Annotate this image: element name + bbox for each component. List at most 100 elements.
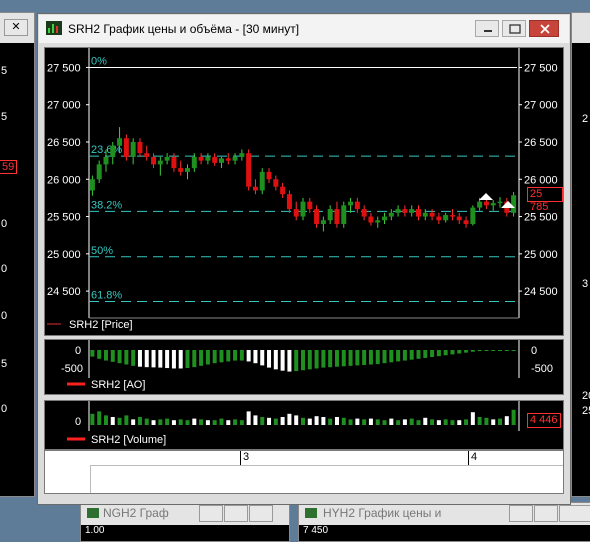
y-tick-label: 24 500 bbox=[47, 286, 81, 298]
ao-bar bbox=[131, 350, 136, 366]
volume-bar bbox=[226, 420, 231, 425]
candle-body bbox=[89, 179, 95, 191]
y-tick-label: 27 500 bbox=[524, 62, 558, 74]
candle-body bbox=[273, 179, 279, 187]
maximize-icon bbox=[509, 24, 521, 34]
ao-bar bbox=[328, 350, 333, 368]
volume-bar bbox=[178, 419, 183, 425]
maximize-icon[interactable] bbox=[534, 505, 558, 522]
candle-body bbox=[368, 216, 374, 223]
minimize-icon bbox=[484, 30, 492, 32]
candle-body bbox=[395, 209, 401, 213]
candle-body bbox=[443, 215, 449, 221]
window-title: SRH2 График цены и объёма - [30 минут] bbox=[68, 22, 300, 36]
close-button[interactable] bbox=[529, 20, 559, 37]
y-tick-label: 27 500 bbox=[47, 62, 81, 74]
ao-bar bbox=[402, 350, 407, 361]
maximize-button[interactable] bbox=[502, 20, 526, 37]
volume-bar bbox=[402, 419, 407, 425]
title-bar[interactable]: SRH2 График цены и объёма - [30 минут] bbox=[39, 15, 569, 43]
ao-panel[interactable]: 0 -500 0 -500 SRH2 [AO] bbox=[44, 339, 564, 395]
ao-bar bbox=[355, 350, 360, 366]
close-icon[interactable] bbox=[249, 505, 273, 522]
candle-body bbox=[402, 209, 408, 213]
volume-bar bbox=[362, 419, 367, 425]
candle-body bbox=[354, 201, 360, 210]
bg-value: 2 bbox=[582, 113, 589, 125]
ao-bar bbox=[103, 350, 108, 361]
ao-bar bbox=[484, 350, 489, 351]
candle-body bbox=[232, 156, 238, 161]
ao-bar bbox=[226, 350, 231, 362]
price-panel[interactable]: 0% 23.6% 38.2% 50% 61.8% 27 500 27 500 27 000 2… bbox=[44, 47, 564, 336]
bg-value: 0 bbox=[1, 263, 8, 275]
ao-bar bbox=[368, 350, 373, 365]
candle-body bbox=[490, 203, 496, 206]
chart-window[interactable]: SRH2 График цены и объёма - [30 минут] 0… bbox=[37, 13, 571, 505]
candle-body bbox=[117, 138, 123, 146]
candle-body bbox=[341, 205, 347, 224]
close-icon[interactable]: ✕ bbox=[4, 19, 28, 36]
minimize-button[interactable] bbox=[475, 20, 499, 37]
volume-bar bbox=[137, 417, 142, 425]
minimize-icon[interactable] bbox=[199, 505, 223, 522]
volume-bar bbox=[131, 419, 136, 425]
volume-bar bbox=[144, 418, 149, 425]
candle-body bbox=[137, 142, 143, 154]
candle-body bbox=[470, 207, 476, 224]
volume-bar bbox=[192, 418, 197, 425]
candle-body bbox=[449, 215, 455, 217]
price-legend: SRH2 [Price] bbox=[69, 319, 133, 331]
volume-bar bbox=[375, 419, 380, 425]
window-title: NGH2 Граф bbox=[103, 506, 169, 520]
volume-bar bbox=[430, 419, 435, 425]
fib-level-label: 61.8% bbox=[91, 290, 122, 302]
volume-panel[interactable]: 0 SRH2 [Volume] 4 446 bbox=[44, 400, 564, 450]
volume-bar bbox=[199, 419, 204, 425]
ao-bar bbox=[443, 350, 448, 356]
ao-bar bbox=[199, 350, 204, 366]
bg-value: 20 bbox=[582, 390, 590, 402]
volume-bar bbox=[504, 416, 509, 425]
candle-body bbox=[382, 216, 388, 221]
candle-body bbox=[436, 216, 442, 221]
ao-tick: 0 bbox=[75, 345, 81, 357]
background-window-hyh2[interactable]: HYH2 График цены и 7 450 bbox=[298, 502, 590, 542]
background-window-ngh2[interactable]: NGH2 Граф 1.00 bbox=[80, 502, 290, 542]
candle-body bbox=[225, 158, 231, 161]
minimize-icon[interactable] bbox=[509, 505, 533, 522]
volume-bar bbox=[260, 417, 265, 425]
ao-bar bbox=[212, 350, 217, 364]
volume-bar bbox=[443, 419, 448, 425]
last-price-label: 25 785 bbox=[527, 187, 563, 213]
background-window-right[interactable]: 2 20 25 3 bbox=[571, 12, 590, 497]
close-icon[interactable] bbox=[559, 505, 590, 522]
ao-bar bbox=[477, 350, 482, 352]
fib-level-label: 50% bbox=[91, 245, 113, 257]
date-axis[interactable]: 3 4 bbox=[44, 450, 564, 494]
candle-body bbox=[415, 209, 421, 217]
price-chart[interactable]: 0% 23.6% 38.2% 50% 61.8% 27 500 27 500 27 000 2… bbox=[45, 48, 563, 335]
ao-bar bbox=[294, 350, 299, 372]
background-window-left[interactable]: ✕ 5 5 59 0 0 0 5 0 bbox=[0, 12, 35, 497]
candle-body bbox=[171, 156, 177, 169]
volume-chart[interactable]: 0 SRH2 [Volume] bbox=[45, 401, 563, 449]
maximize-icon[interactable] bbox=[224, 505, 248, 522]
date-label: 3 bbox=[243, 451, 250, 463]
candle-body bbox=[96, 164, 102, 180]
ao-chart[interactable]: 0 -500 0 -500 SRH2 [AO] bbox=[45, 340, 563, 394]
candle-body bbox=[205, 156, 211, 161]
volume-bar bbox=[491, 419, 496, 425]
ao-bar bbox=[185, 350, 190, 369]
volume-legend: SRH2 [Volume] bbox=[91, 434, 166, 446]
bg-value: 7 450 bbox=[303, 525, 329, 536]
bg-value: 59 bbox=[0, 160, 18, 174]
volume-bar bbox=[294, 415, 299, 425]
bg-value: 5 bbox=[1, 65, 8, 77]
ao-bar bbox=[504, 350, 509, 351]
volume-bar bbox=[498, 418, 503, 425]
ao-bar bbox=[287, 350, 292, 372]
candle-body bbox=[314, 209, 320, 224]
bg-value: 0 bbox=[1, 310, 8, 322]
ao-bar bbox=[117, 350, 122, 364]
